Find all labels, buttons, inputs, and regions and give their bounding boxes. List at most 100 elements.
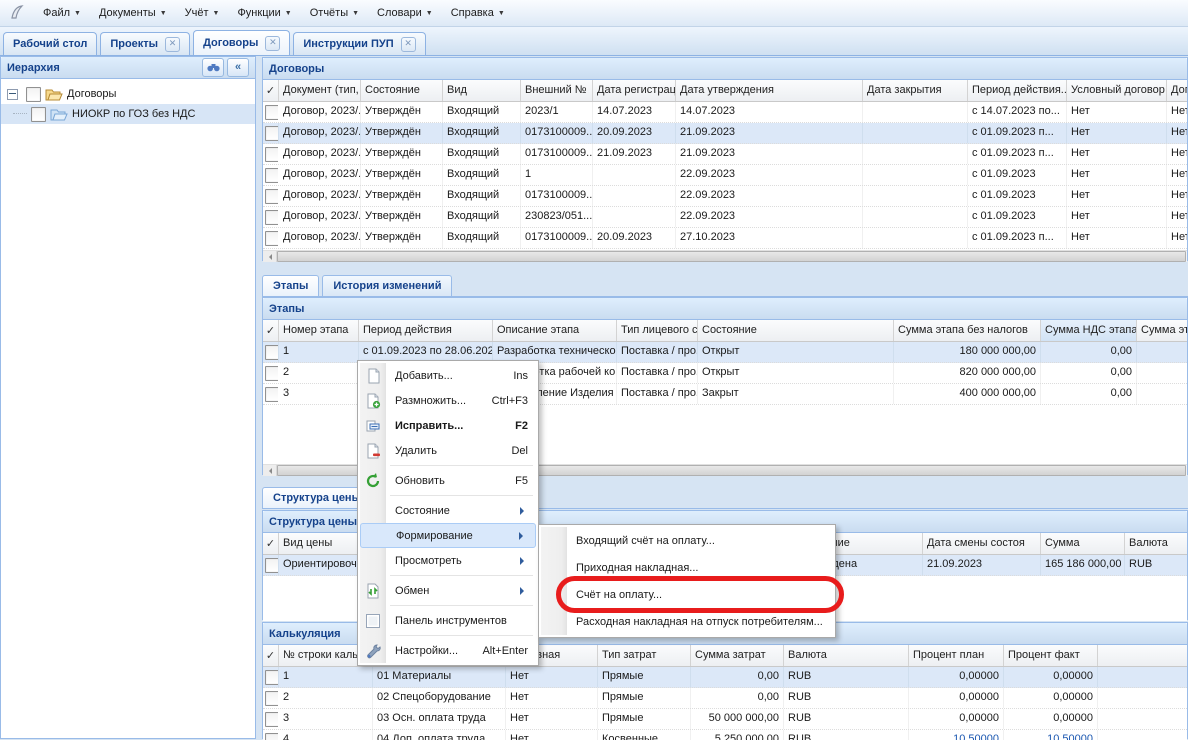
menu-item-13[interactable]: Панель инструментов — [360, 608, 536, 633]
submenu-item-3[interactable]: Расходная накладная на отпуск потребител… — [541, 608, 833, 635]
tree-checkbox[interactable] — [26, 87, 41, 102]
column-header-price-4[interactable]: Дата смены состоя — [923, 533, 1041, 554]
row-checkbox[interactable] — [265, 366, 279, 381]
column-header-contracts-5[interactable]: Дата регистрации. — [593, 80, 676, 101]
column-header-contracts-6[interactable]: Дата утверждения — [676, 80, 863, 101]
column-header-stages-7[interactable]: Сумма НДС этапа — [1041, 320, 1137, 341]
tab-close-icon[interactable]: ✕ — [165, 37, 180, 52]
column-header-calc-4[interactable]: Тип затрат — [598, 645, 691, 666]
hscrollbar[interactable] — [263, 250, 1187, 262]
column-header-contracts-1[interactable]: Документ (тип, № — [279, 80, 361, 101]
submenu-item-2[interactable]: Счёт на оплату... — [541, 581, 833, 608]
column-header-contracts-10[interactable]: Договор — [1167, 80, 1187, 101]
column-header-calc-5[interactable]: Сумма затрат — [691, 645, 784, 666]
table-row-contracts-1[interactable]: Договор, 2023/...УтверждёнВходящий017310… — [263, 123, 1187, 144]
column-header-calc-8[interactable]: Процент факт — [1004, 645, 1098, 666]
tree-item-1[interactable]: НИОКР по ГОЗ без НДС — [1, 104, 255, 124]
column-header-calc-6[interactable]: Валюта — [784, 645, 909, 666]
tab-price-structure[interactable]: Структура цены — [262, 487, 372, 508]
column-header-contracts-9[interactable]: Условный договор — [1067, 80, 1167, 101]
table-row-contracts-3[interactable]: Договор, 2023/...УтверждёнВходящий122.09… — [263, 165, 1187, 186]
main-tab-1[interactable]: Проекты✕ — [100, 32, 190, 55]
menu-item-11[interactable]: Обмен — [360, 578, 536, 603]
submenu-item-1[interactable]: Приходная накладная... — [541, 554, 833, 581]
table-row-calc-0[interactable]: 101 МатериалыНетПрямые0,00RUB0,000000,00… — [263, 667, 1187, 688]
column-header-price-6[interactable]: Валюта — [1125, 533, 1187, 554]
menubar-item-1[interactable]: Документы▼ — [90, 3, 176, 23]
menu-item-7[interactable]: Состояние — [360, 498, 536, 523]
collapse-button[interactable]: « — [227, 58, 249, 77]
scroll-thumb[interactable] — [277, 251, 1186, 262]
menu-item-2[interactable]: Исправить...F2 — [360, 413, 536, 438]
row-checkbox[interactable] — [265, 147, 279, 162]
row-checkbox[interactable] — [265, 691, 279, 706]
table-cell: Утверждён — [361, 228, 443, 248]
row-checkbox[interactable] — [265, 558, 279, 573]
main-tab-0[interactable]: Рабочий стол — [3, 32, 97, 55]
tab-close-icon[interactable]: ✕ — [401, 37, 416, 52]
menubar-item-3[interactable]: Функции▼ — [228, 3, 300, 23]
row-checkbox[interactable] — [265, 231, 279, 246]
main-tab-2[interactable]: Договоры✕ — [193, 30, 290, 55]
table-row-contracts-5[interactable]: Договор, 2023/...УтверждёнВходящий230823… — [263, 207, 1187, 228]
column-header-contracts-3[interactable]: Вид — [443, 80, 521, 101]
table-cell: с 01.09.2023 — [968, 207, 1067, 227]
table-row-contracts-2[interactable]: Договор, 2023/...УтверждёнВходящий017310… — [263, 144, 1187, 165]
column-header-price-5[interactable]: Сумма — [1041, 533, 1125, 554]
column-header-stages-8[interactable]: Сумма эт — [1137, 320, 1187, 341]
column-header-stages-4[interactable]: Тип лицевого счёт — [617, 320, 698, 341]
table-row-contracts-0[interactable]: Договор, 2023/...УтверждёнВходящий2023/1… — [263, 102, 1187, 123]
stages-tab-1[interactable]: История изменений — [322, 275, 452, 296]
row-checkbox[interactable] — [265, 168, 279, 183]
menubar-item-5[interactable]: Словари▼ — [368, 3, 442, 23]
column-header-contracts-8[interactable]: Период действия.. — [968, 80, 1067, 101]
tree-checkbox[interactable] — [31, 107, 46, 122]
row-checkbox[interactable] — [265, 126, 279, 141]
table-cell: 0,00 — [1041, 384, 1137, 404]
menu-item-0[interactable]: Добавить...Ins — [360, 363, 536, 388]
row-checkbox[interactable] — [265, 105, 279, 120]
tab-close-icon[interactable]: ✕ — [265, 36, 280, 51]
row-checkbox[interactable] — [265, 210, 279, 225]
scroll-left-icon[interactable] — [263, 465, 277, 476]
menubar-item-6[interactable]: Справка▼ — [442, 3, 514, 23]
column-header-stages-0[interactable]: ✓ — [263, 320, 279, 341]
column-header-contracts-4[interactable]: Внешний № — [521, 80, 593, 101]
menu-item-15[interactable]: Настройки...Alt+Enter — [360, 638, 536, 663]
column-header-stages-1[interactable]: Номер этапа — [279, 320, 359, 341]
table-row-calc-1[interactable]: 202 СпецоборудованиеНетПрямые0,00RUB0,00… — [263, 688, 1187, 709]
tree-expander-icon[interactable] — [7, 89, 18, 100]
menu-item-1[interactable]: Размножить...Ctrl+F3 — [360, 388, 536, 413]
menu-item-8[interactable]: Формирование — [360, 523, 536, 548]
row-checkbox[interactable] — [265, 189, 279, 204]
menu-item-9[interactable]: Просмотреть — [360, 548, 536, 573]
table-row-calc-2[interactable]: 303 Осн. оплата трудаНетПрямые50 000 000… — [263, 709, 1187, 730]
column-header-stages-6[interactable]: Сумма этапа без налогов — [894, 320, 1041, 341]
table-row-contracts-4[interactable]: Договор, 2023/...УтверждёнВходящий017310… — [263, 186, 1187, 207]
column-header-stages-5[interactable]: Состояние — [698, 320, 894, 341]
stages-tab-0[interactable]: Этапы — [262, 275, 319, 296]
menubar-item-0[interactable]: Файл▼ — [34, 3, 90, 23]
submenu-item-0[interactable]: Входящий счёт на оплату... — [541, 527, 833, 554]
row-checkbox[interactable] — [265, 670, 279, 685]
table-row-contracts-6[interactable]: Договор, 2023/...УтверждёнВходящий017310… — [263, 228, 1187, 249]
column-header-stages-3[interactable]: Описание этапа — [493, 320, 617, 341]
tree-item-0[interactable]: Договоры — [1, 84, 255, 104]
row-checkbox[interactable] — [265, 387, 279, 402]
column-header-calc-0[interactable]: ✓ — [263, 645, 279, 666]
column-header-price-0[interactable]: ✓ — [263, 533, 279, 554]
column-header-contracts-0[interactable]: ✓ — [263, 80, 279, 101]
menu-item-3[interactable]: УдалитьDel — [360, 438, 536, 463]
menubar-item-4[interactable]: Отчёты▼ — [301, 3, 368, 23]
menubar-item-2[interactable]: Учёт▼ — [176, 3, 229, 23]
main-tab-3[interactable]: Инструкции ПУП✕ — [293, 32, 425, 55]
search-button[interactable] — [202, 58, 224, 77]
menu-item-5[interactable]: ОбновитьF5 — [360, 468, 536, 493]
column-header-contracts-2[interactable]: Состояние — [361, 80, 443, 101]
column-header-stages-2[interactable]: Период действия — [359, 320, 493, 341]
scroll-left-icon[interactable] — [263, 251, 277, 262]
column-header-calc-7[interactable]: Процент план — [909, 645, 1004, 666]
column-header-contracts-7[interactable]: Дата закрытия — [863, 80, 968, 101]
row-checkbox[interactable] — [265, 345, 279, 360]
row-checkbox[interactable] — [265, 712, 279, 727]
